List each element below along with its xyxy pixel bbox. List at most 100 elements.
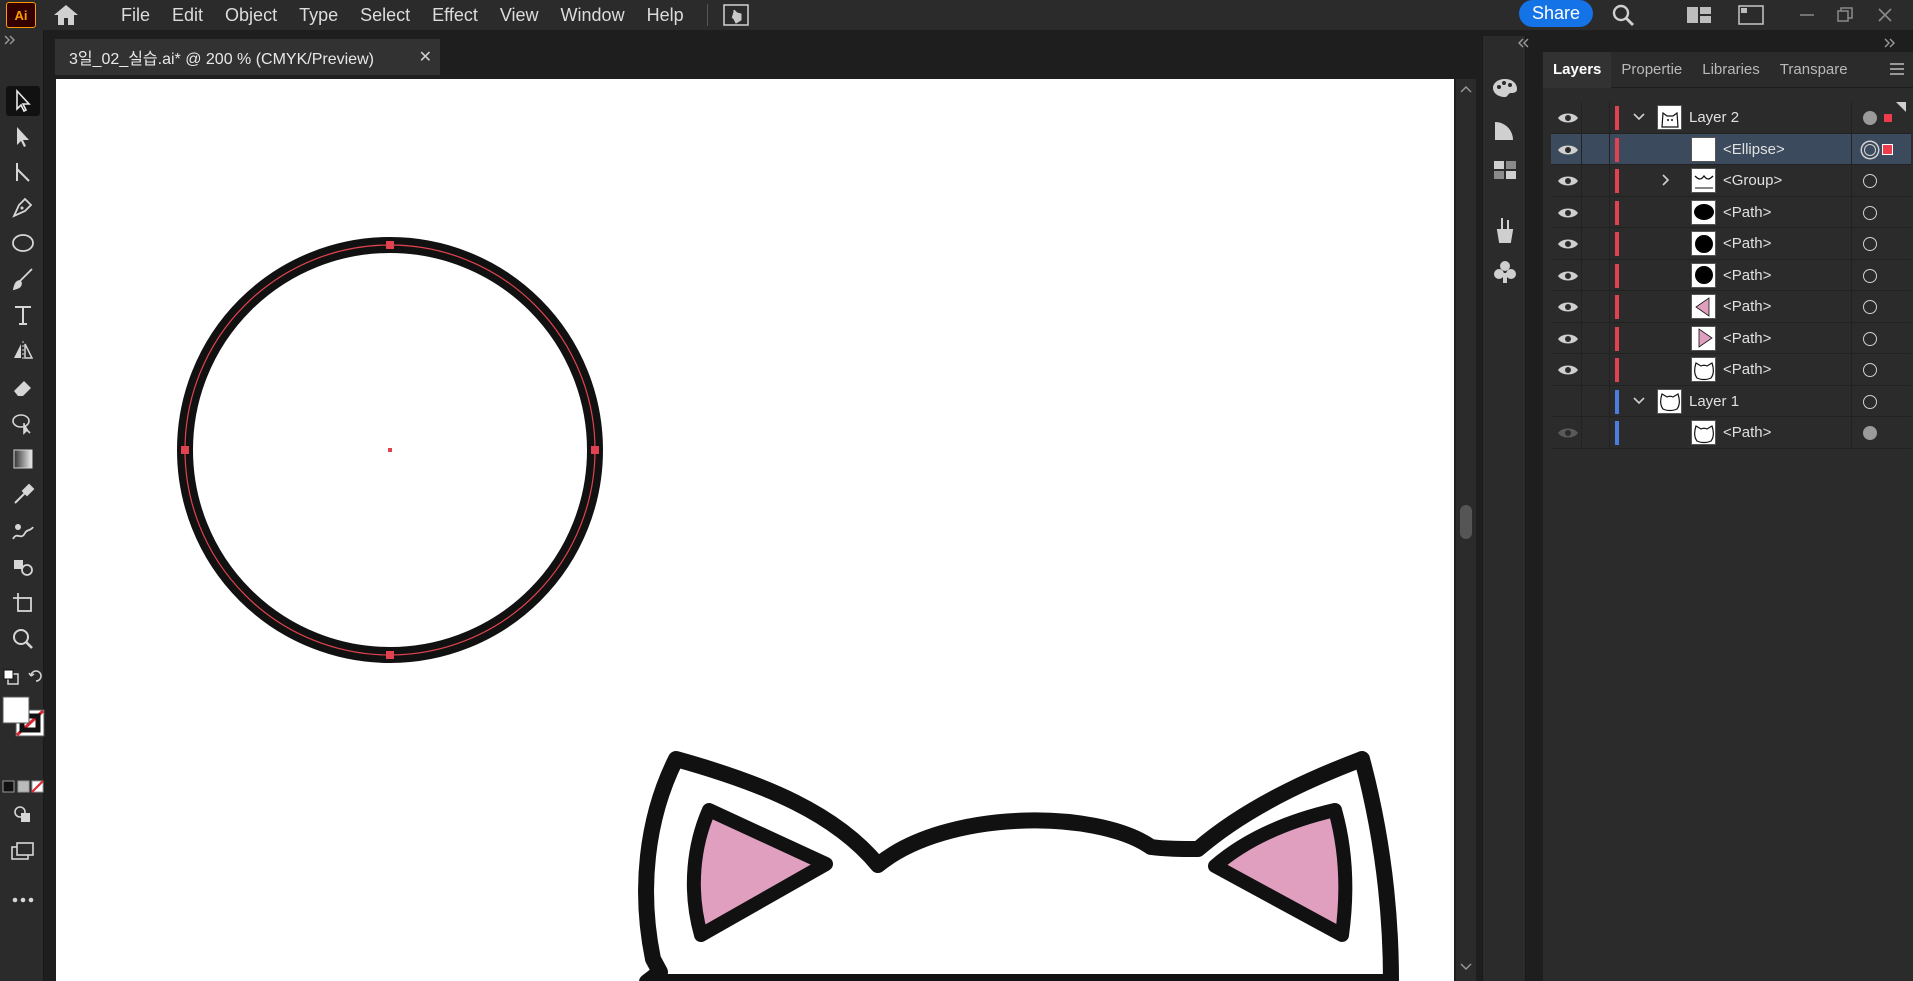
target-circle-icon[interactable] — [1863, 300, 1877, 314]
paintbrush-tool-icon[interactable] — [6, 264, 40, 294]
share-button[interactable]: Share — [1519, 0, 1593, 27]
layer-row[interactable]: Layer 2 — [1551, 102, 1911, 134]
canvas-vertical-scrollbar[interactable] — [1456, 79, 1476, 981]
tab-properties[interactable]: Propertie — [1611, 52, 1692, 88]
target-circle-icon[interactable] — [1863, 268, 1877, 283]
menu-effect[interactable]: Effect — [421, 0, 489, 30]
layer-row[interactable]: Layer 1 — [1551, 385, 1911, 417]
symbols-icon[interactable] — [1491, 258, 1519, 286]
layer-row[interactable]: <Path> — [1551, 228, 1911, 260]
target-circle-icon[interactable] — [1863, 426, 1877, 440]
chevron-down-icon[interactable] — [1632, 109, 1646, 125]
puppet-warp-tool-icon[interactable] — [6, 408, 40, 438]
brushes-icon[interactable] — [1491, 216, 1519, 244]
visibility-eye-icon[interactable] — [1557, 268, 1579, 284]
layer-name[interactable]: <Group> — [1723, 172, 1782, 189]
layer-row[interactable]: <Path> — [1551, 417, 1911, 449]
visibility-eye-icon[interactable] — [1557, 362, 1579, 378]
collapse-toolbar-icon[interactable] — [3, 35, 17, 45]
anchor-top[interactable] — [386, 241, 394, 249]
layer-row[interactable]: <Ellipse> — [1551, 133, 1911, 165]
scroll-up-icon[interactable] — [1460, 85, 1472, 93]
minimize-icon[interactable] — [1794, 0, 1820, 30]
tab-transparency[interactable]: Transpare — [1770, 52, 1858, 88]
edit-toolbar-icon[interactable] — [6, 885, 40, 915]
layer-name[interactable]: <Path> — [1723, 424, 1771, 441]
layer-name[interactable]: <Path> — [1723, 267, 1771, 284]
visibility-eye-icon[interactable] — [1557, 425, 1579, 441]
close-window-icon[interactable] — [1872, 0, 1898, 30]
swatches-icon[interactable] — [1491, 156, 1519, 184]
document-tab[interactable]: 3일_02_실습.ai* @ 200 % (CMYK/Preview) ✕ — [55, 39, 440, 75]
target-circle-icon[interactable] — [1863, 331, 1877, 346]
visibility-eye-icon[interactable] — [1557, 205, 1579, 221]
home-icon[interactable] — [48, 0, 84, 30]
default-fill-stroke-icon[interactable] — [2, 668, 20, 686]
menu-window[interactable]: Window — [550, 0, 636, 30]
target-circle-icon[interactable] — [1863, 363, 1877, 377]
menu-help[interactable]: Help — [636, 0, 695, 30]
scrollbar-thumb[interactable] — [1460, 505, 1472, 539]
eraser-tool-icon[interactable] — [6, 372, 40, 402]
target-circle-icon[interactable] — [1863, 205, 1877, 220]
visibility-eye-icon[interactable] — [1557, 110, 1579, 126]
scroll-down-icon[interactable] — [1460, 963, 1472, 971]
search-icon[interactable] — [1606, 0, 1640, 30]
target-circle-icon[interactable] — [1863, 237, 1877, 251]
color-panel-icon[interactable] — [1491, 74, 1519, 102]
blend-tool-icon[interactable] — [6, 516, 40, 546]
target-circle-icon[interactable] — [1863, 111, 1877, 125]
tab-libraries[interactable]: Libraries — [1692, 52, 1770, 88]
eyedropper-tool-icon[interactable] — [6, 480, 40, 510]
menu-edit[interactable]: Edit — [161, 0, 214, 30]
arrange-documents-icon[interactable] — [720, 0, 752, 30]
layer-row[interactable]: <Path> — [1551, 259, 1911, 291]
close-tab-icon[interactable]: ✕ — [419, 47, 432, 67]
gradient-tool-icon[interactable] — [6, 444, 40, 474]
layer-row[interactable]: <Path> — [1551, 322, 1911, 354]
visibility-eye-icon[interactable] — [1557, 299, 1579, 315]
menu-type[interactable]: Type — [288, 0, 349, 30]
visibility-eye-icon[interactable] — [1557, 331, 1579, 347]
screen-mode-icon[interactable] — [6, 836, 40, 866]
menu-object[interactable]: Object — [214, 0, 288, 30]
layer-name[interactable]: <Path> — [1723, 330, 1771, 347]
color-mode-icons[interactable] — [2, 780, 44, 794]
symbol-sprayer-tool-icon[interactable] — [6, 552, 40, 582]
layer-row[interactable]: <Group> — [1551, 165, 1911, 197]
anchor-right[interactable] — [591, 446, 599, 454]
layer-name[interactable]: <Path> — [1723, 298, 1771, 315]
layer-name[interactable]: <Path> — [1723, 235, 1771, 252]
anchor-left[interactable] — [181, 446, 189, 454]
color-guide-icon[interactable] — [1491, 116, 1519, 144]
anchor-bottom[interactable] — [386, 651, 394, 659]
target-circle-icon[interactable] — [1864, 143, 1876, 156]
layer-row[interactable]: <Path> — [1551, 354, 1911, 386]
type-tool-icon[interactable] — [6, 300, 40, 330]
menu-select[interactable]: Select — [349, 0, 421, 30]
target-circle-icon[interactable] — [1863, 394, 1877, 409]
menu-view[interactable]: View — [489, 0, 550, 30]
visibility-eye-icon[interactable] — [1557, 394, 1579, 410]
direct-selection-tool-icon[interactable] — [6, 122, 40, 152]
layer-name[interactable]: <Path> — [1723, 204, 1771, 221]
zoom-tool-icon[interactable] — [6, 624, 40, 654]
workspace-switcher-icon[interactable] — [1683, 0, 1715, 30]
ellipse-tool-icon[interactable] — [6, 228, 40, 258]
chevron-right-icon[interactable] — [1659, 172, 1673, 188]
chevron-down-icon[interactable] — [1632, 393, 1646, 409]
restore-icon[interactable] — [1832, 0, 1858, 30]
visibility-eye-icon[interactable] — [1557, 236, 1579, 252]
tab-layers[interactable]: Layers — [1543, 51, 1612, 88]
swap-fill-stroke-icon[interactable] — [28, 668, 44, 684]
panel-menu-icon[interactable] — [1889, 62, 1905, 76]
group-selection-tool-icon[interactable] — [6, 158, 40, 188]
panel-layout-icon[interactable] — [1736, 0, 1766, 30]
pen-tool-icon[interactable] — [6, 192, 40, 222]
layer-name[interactable]: Layer 1 — [1689, 393, 1739, 410]
layer-row[interactable]: <Path> — [1551, 196, 1911, 228]
menu-file[interactable]: File — [110, 0, 161, 30]
target-circle-icon[interactable] — [1863, 174, 1877, 188]
artboard-canvas[interactable] — [56, 79, 1454, 981]
fill-stroke-swatches[interactable] — [2, 696, 46, 738]
